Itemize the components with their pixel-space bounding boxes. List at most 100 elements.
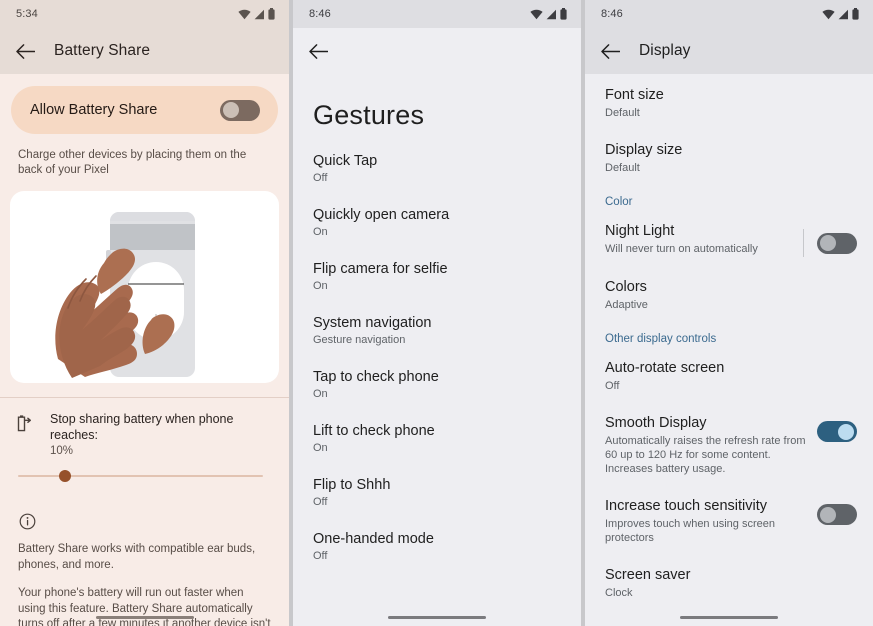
- list-item-quickly-open-camera[interactable]: Quickly open camera On: [293, 206, 581, 238]
- slider-bar: [18, 475, 263, 477]
- nav-gesture-handle[interactable]: [95, 615, 194, 619]
- page-title: Battery Share: [54, 42, 151, 59]
- three-phone-screenshots: 5:34 Battery Share Allow Battery Share C…: [0, 0, 873, 626]
- list-item-value: Will never turn on automatically: [605, 243, 758, 255]
- list-item-value: Improves touch when using screen protect…: [605, 518, 775, 544]
- list-item-title: Font size: [605, 87, 664, 103]
- back-arrow-icon[interactable]: [599, 40, 621, 62]
- status-time: 8:46: [309, 8, 331, 20]
- battery-icon: [560, 8, 567, 20]
- list-item-title: Smooth Display: [605, 415, 707, 431]
- toggle-cell: [817, 497, 857, 525]
- status-time: 5:34: [16, 8, 38, 20]
- wifi-icon: [822, 9, 835, 20]
- battery-icon: [268, 8, 275, 20]
- list-item-title: Colors: [605, 279, 647, 295]
- slider-track[interactable]: [18, 469, 263, 483]
- list-item-title: System navigation: [313, 315, 432, 331]
- battery-threshold-row: Stop sharing battery when phone reaches:…: [0, 398, 289, 457]
- gestures-list: Quick Tap Off Quickly open camera On Fli…: [293, 131, 581, 562]
- list-item-value: Gesture navigation: [313, 334, 406, 346]
- list-item-text: Screen saver Clock: [605, 566, 857, 600]
- toggle-cell: [817, 414, 857, 442]
- smooth-display-toggle[interactable]: [817, 421, 857, 442]
- list-item-night-light[interactable]: Night Light Will never turn on automatic…: [585, 222, 873, 257]
- nav-gesture-handle[interactable]: [680, 615, 778, 619]
- section-header-color: Color: [605, 196, 633, 208]
- list-item-value: Off: [313, 496, 328, 508]
- list-item-title: Quickly open camera: [313, 207, 450, 223]
- app-bar: Battery Share: [0, 28, 289, 74]
- list-item-text: Auto-rotate screen Off: [605, 359, 857, 393]
- battery-share-note-2: Your phone's battery will run out faster…: [18, 587, 271, 626]
- list-item-value: Default: [605, 107, 640, 119]
- list-item-colors[interactable]: Colors Adaptive: [585, 278, 873, 312]
- list-item-screen-saver[interactable]: Screen saver Clock: [585, 566, 873, 600]
- nav-gesture-handle[interactable]: [388, 615, 486, 619]
- wifi-icon: [530, 9, 543, 20]
- list-item-flip-to-shhh[interactable]: Flip to Shhh Off: [293, 476, 581, 508]
- phone-panel-display: 8:46 Display Font size Default Display s…: [585, 0, 873, 626]
- slider-thumb[interactable]: [59, 470, 71, 482]
- back-arrow-icon[interactable]: [307, 40, 329, 62]
- phone-panel-gestures: 8:46 Gestures Quick Tap Off Quickly open…: [293, 0, 581, 626]
- back-arrow-icon[interactable]: [14, 40, 36, 62]
- app-bar: [293, 28, 581, 74]
- list-item-text: Display size Default: [605, 141, 857, 175]
- battery-share-icon: [16, 411, 36, 457]
- battery-share-note-1: Battery Share works with compatible ear …: [18, 543, 256, 571]
- battery-threshold-label: Stop sharing battery when phone reaches:: [50, 412, 234, 442]
- list-item-one-handed-mode[interactable]: One-handed mode Off: [293, 530, 581, 562]
- battery-share-illustration: [10, 191, 279, 383]
- list-item-flip-camera-for-selfie[interactable]: Flip camera for selfie On: [293, 260, 581, 292]
- allow-battery-share-row[interactable]: Allow Battery Share: [11, 86, 278, 134]
- list-item-title: Quick Tap: [313, 153, 378, 169]
- list-item-title: Flip to Shhh: [313, 477, 391, 493]
- wifi-icon: [238, 9, 251, 20]
- battery-threshold-slider[interactable]: [0, 457, 289, 483]
- list-item-value: On: [313, 280, 328, 292]
- list-item-quick-tap[interactable]: Quick Tap Off: [293, 152, 581, 184]
- app-bar: Display: [585, 28, 873, 74]
- page-title: Display: [639, 42, 691, 59]
- toggle-divider: [803, 229, 804, 257]
- list-item-value: Off: [313, 172, 328, 184]
- status-icons: [238, 8, 275, 20]
- status-icons: [822, 8, 859, 20]
- list-item-value: On: [313, 388, 328, 400]
- list-item-title: Flip camera for selfie: [313, 261, 448, 277]
- battery-share-description: Charge other devices by placing them on …: [18, 149, 247, 176]
- list-item-text: Increase touch sensitivity Improves touc…: [605, 497, 807, 545]
- list-item-display-size[interactable]: Display size Default: [585, 141, 873, 175]
- allow-battery-share-toggle[interactable]: [220, 99, 260, 121]
- list-item-value: Off: [605, 380, 620, 392]
- toggle-cell: [803, 222, 857, 257]
- night-light-toggle[interactable]: [817, 232, 857, 254]
- list-item-increase-touch-sensitivity[interactable]: Increase touch sensitivity Improves touc…: [585, 497, 873, 545]
- toggle-knob: [223, 102, 239, 118]
- gestures-heading: Gestures: [313, 100, 425, 130]
- list-item-value: Adaptive: [605, 299, 648, 311]
- list-item-system-navigation[interactable]: System navigation Gesture navigation: [293, 314, 581, 346]
- signal-icon: [254, 9, 264, 20]
- list-item-value: Automatically raises the refresh rate fr…: [605, 435, 806, 475]
- list-item-title: Lift to check phone: [313, 423, 435, 439]
- list-item-auto-rotate-screen[interactable]: Auto-rotate screen Off: [585, 359, 873, 393]
- toggle-knob: [820, 506, 836, 523]
- list-item-text: Night Light Will never turn on automatic…: [605, 222, 793, 256]
- list-item-title: Display size: [605, 142, 683, 158]
- list-item-smooth-display[interactable]: Smooth Display Automatically raises the …: [585, 414, 873, 476]
- list-item-title: Screen saver: [605, 567, 691, 583]
- list-item-value: Clock: [605, 587, 633, 599]
- status-bar: 8:46: [585, 0, 873, 28]
- phone-panel-battery-share: 5:34 Battery Share Allow Battery Share C…: [0, 0, 289, 626]
- battery-threshold-value: 10%: [50, 445, 74, 457]
- list-item-tap-to-check-phone[interactable]: Tap to check phone On: [293, 368, 581, 400]
- battery-threshold-text: Stop sharing battery when phone reaches:…: [50, 411, 273, 457]
- list-item-lift-to-check-phone[interactable]: Lift to check phone On: [293, 422, 581, 454]
- info-icon: [19, 513, 36, 530]
- increase-touch-sensitivity-toggle[interactable]: [817, 504, 857, 525]
- list-item-font-size[interactable]: Font size Default: [585, 86, 873, 120]
- battery-icon: [852, 8, 859, 20]
- display-settings-list: Font size Default Display size Default C…: [585, 74, 873, 600]
